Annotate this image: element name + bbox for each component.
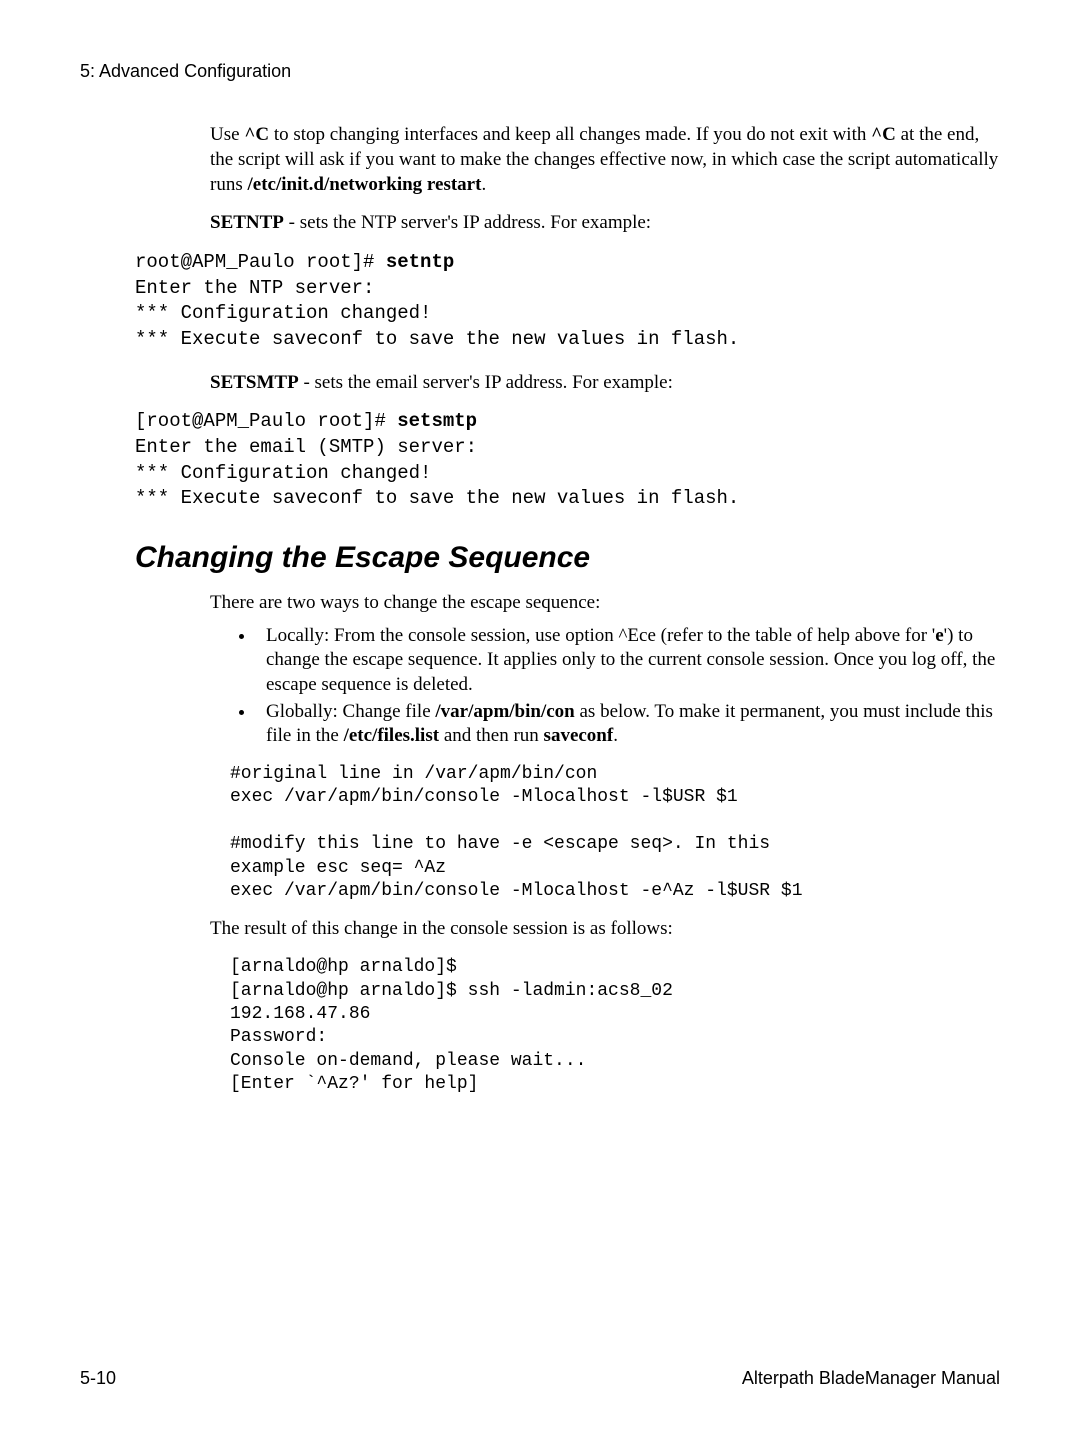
prompt: [root@APM_Paulo root]# bbox=[135, 410, 397, 432]
config-code: #original line in /var/apm/bin/con exec … bbox=[230, 763, 1000, 903]
text: to stop changing interfaces and keep all… bbox=[269, 124, 871, 145]
key-e: e bbox=[935, 625, 943, 646]
text: . bbox=[481, 174, 486, 195]
ctrl-c: ^C bbox=[871, 124, 896, 145]
session-code: [arnaldo@hp arnaldo]$ [arnaldo@hp arnald… bbox=[230, 956, 1000, 1096]
cmd: setntp bbox=[386, 251, 454, 273]
path: /var/apm/bin/con bbox=[435, 701, 574, 722]
text: and then run bbox=[439, 725, 543, 746]
text: - sets the NTP server's IP address. For … bbox=[284, 212, 651, 233]
page-footer: 5-10 Alterpath BladeManager Manual bbox=[80, 1367, 1000, 1390]
prompt: root@APM_Paulo root]# bbox=[135, 251, 386, 273]
text: - sets the email server's IP address. Fo… bbox=[299, 372, 673, 393]
setntp-label: SETNTP bbox=[210, 212, 284, 233]
setsmtp-code: [root@APM_Paulo root]# setsmtp Enter the… bbox=[135, 409, 1000, 512]
cmd: saveconf bbox=[544, 725, 614, 746]
text: Locally: From the console session, use o… bbox=[266, 625, 935, 646]
cmd: setsmtp bbox=[397, 410, 477, 432]
text: . bbox=[613, 725, 618, 746]
path: /etc/init.d/networking restart bbox=[247, 174, 481, 195]
escape-intro: There are two ways to change the escape … bbox=[210, 591, 1000, 616]
setntp-code: root@APM_Paulo root]# setntp Enter the N… bbox=[135, 250, 1000, 353]
text: Use bbox=[210, 124, 244, 145]
page-number: 5-10 bbox=[80, 1367, 116, 1390]
text: Globally: Change file bbox=[266, 701, 435, 722]
path: /etc/files.list bbox=[344, 725, 440, 746]
list-item: Globally: Change file /var/apm/bin/con a… bbox=[256, 700, 1000, 749]
escape-list: Locally: From the console session, use o… bbox=[230, 624, 1000, 749]
output: Enter the email (SMTP) server: *** Confi… bbox=[135, 436, 739, 509]
ctrl-c: ^C bbox=[244, 124, 269, 145]
setsmtp-desc: SETSMTP - sets the email server's IP add… bbox=[210, 371, 1000, 396]
intro-paragraph: Use ^C to stop changing interfaces and k… bbox=[210, 123, 1000, 197]
setntp-desc: SETNTP - sets the NTP server's IP addres… bbox=[210, 211, 1000, 236]
setsmtp-label: SETSMTP bbox=[210, 372, 299, 393]
section-heading: Changing the Escape Sequence bbox=[135, 538, 1000, 577]
result-intro: The result of this change in the console… bbox=[210, 917, 1000, 942]
list-item: Locally: From the console session, use o… bbox=[256, 624, 1000, 698]
page-header: 5: Advanced Configuration bbox=[80, 60, 1000, 83]
manual-title: Alterpath BladeManager Manual bbox=[742, 1367, 1000, 1390]
output: Enter the NTP server: *** Configuration … bbox=[135, 277, 739, 350]
